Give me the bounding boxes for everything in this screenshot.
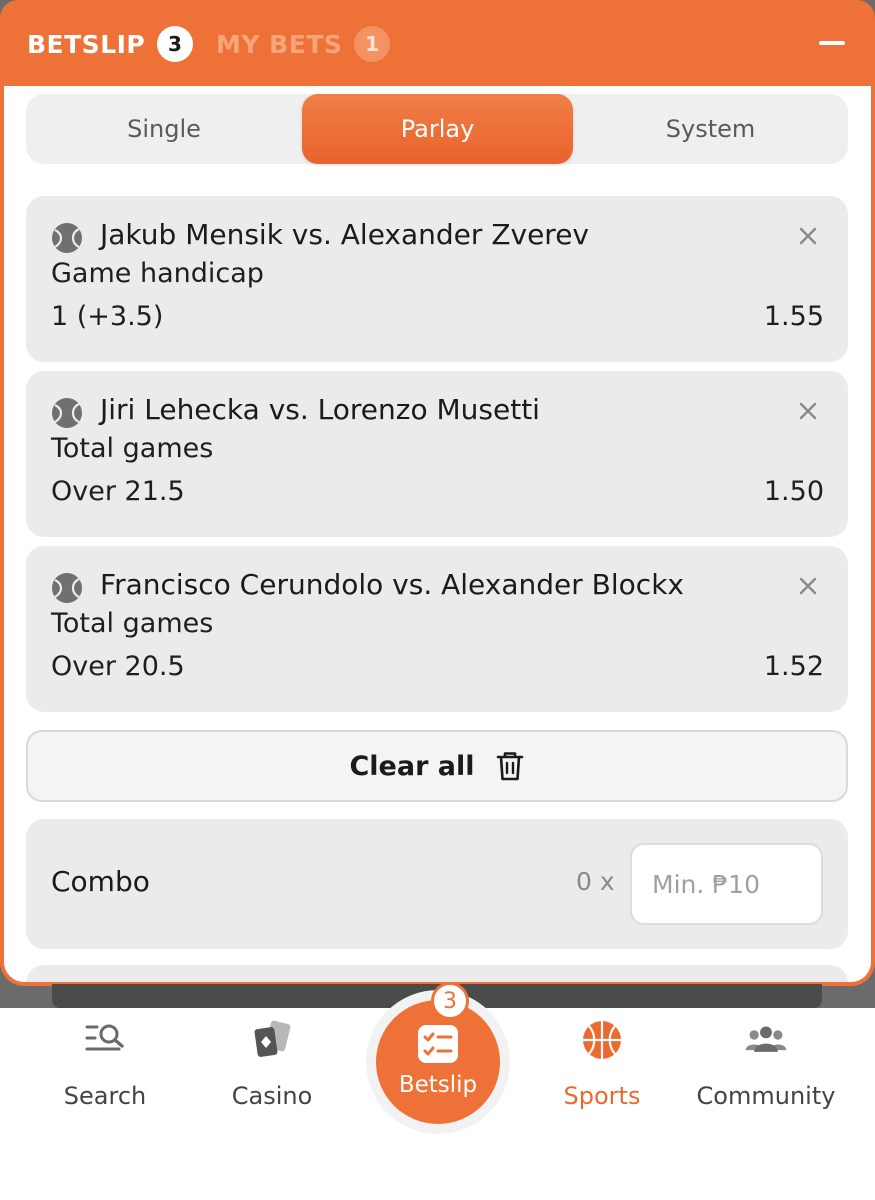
search-list-icon xyxy=(85,1024,124,1051)
clear-all-label: Clear all xyxy=(349,750,475,782)
tab-system[interactable]: System xyxy=(573,94,848,164)
combo-stake-row: Combo 0 x xyxy=(26,819,848,949)
betslip-fab-button[interactable]: Betslip xyxy=(376,1000,500,1124)
bet-card: Jakub Mensik vs. Alexander Zverev Game h… xyxy=(26,196,848,362)
basketball-icon xyxy=(583,1021,621,1059)
community-group-icon xyxy=(745,1026,787,1052)
playing-cards-icon xyxy=(254,1020,291,1057)
remove-bet-close-icon[interactable] xyxy=(796,399,820,423)
minimize-icon[interactable] xyxy=(819,41,845,45)
trash-icon xyxy=(496,752,523,781)
betslip-fab-badge: 3 xyxy=(431,982,469,1020)
bet-card: Francisco Cerundolo vs. Alexander Blockx… xyxy=(26,546,848,712)
tennis-ball-icon xyxy=(52,398,82,428)
nav-community[interactable]: Community xyxy=(686,1008,846,1158)
bet-market: Total games xyxy=(51,608,214,639)
bet-odds: 1.52 xyxy=(763,651,824,682)
bet-market: Total games xyxy=(51,433,214,464)
bet-odds: 1.50 xyxy=(763,476,824,507)
checklist-icon xyxy=(418,1025,458,1063)
tab-betslip-label: BETSLIP xyxy=(27,29,146,59)
nav-community-label: Community xyxy=(696,1082,836,1110)
betslip-body: Single Parlay System Jakub Mensik vs. Al… xyxy=(4,86,871,982)
bet-market: Game handicap xyxy=(51,258,264,289)
betslip-header: BETSLIP 3 MY BETS 1 xyxy=(0,0,875,86)
tab-my-bets-label: MY BETS xyxy=(216,29,343,59)
bet-type-selector: Single Parlay System xyxy=(26,94,848,164)
bet-selection: 1 (+3.5) xyxy=(51,301,164,332)
nav-sports[interactable]: Sports xyxy=(544,1008,660,1158)
nav-search-label: Search xyxy=(63,1082,147,1110)
remove-bet-close-icon[interactable] xyxy=(796,224,820,248)
nav-casino-label: Casino xyxy=(231,1082,313,1110)
betslip-fab-label: Betslip xyxy=(398,1072,478,1098)
tab-parlay[interactable]: Parlay xyxy=(302,94,573,164)
tab-single[interactable]: Single xyxy=(26,94,302,164)
bet-match-name: Jiri Lehecka vs. Lorenzo Musetti xyxy=(100,393,540,426)
remove-bet-close-icon[interactable] xyxy=(796,574,820,598)
tab-my-bets[interactable]: MY BETS 1 xyxy=(216,24,391,64)
bet-odds: 1.55 xyxy=(763,301,824,332)
bet-selection: Over 21.5 xyxy=(51,476,185,507)
combo-label: Combo xyxy=(51,865,150,898)
combo-multiplier: 0 x xyxy=(576,867,615,896)
nav-sports-label: Sports xyxy=(563,1082,641,1110)
tennis-ball-icon xyxy=(52,223,82,253)
tennis-ball-icon xyxy=(52,573,82,603)
nav-casino[interactable]: Casino xyxy=(212,1008,332,1158)
betslip-count-badge: 3 xyxy=(157,26,194,62)
bet-match-name: Jakub Mensik vs. Alexander Zverev xyxy=(100,218,589,251)
my-bets-count-badge: 1 xyxy=(354,26,391,62)
bet-match-name: Francisco Cerundolo vs. Alexander Blockx xyxy=(100,568,684,601)
bet-selection: Over 20.5 xyxy=(51,651,185,682)
betslip-panel: BETSLIP 3 MY BETS 1 Single Parlay System… xyxy=(0,0,875,986)
bet-card: Jiri Lehecka vs. Lorenzo Musetti Total g… xyxy=(26,371,848,537)
tab-betslip[interactable]: BETSLIP 3 xyxy=(27,24,194,64)
stake-input[interactable] xyxy=(630,843,823,925)
clear-all-button[interactable]: Clear all xyxy=(26,730,848,802)
nav-search[interactable]: Search xyxy=(40,1008,170,1158)
next-section-peek xyxy=(26,965,848,982)
